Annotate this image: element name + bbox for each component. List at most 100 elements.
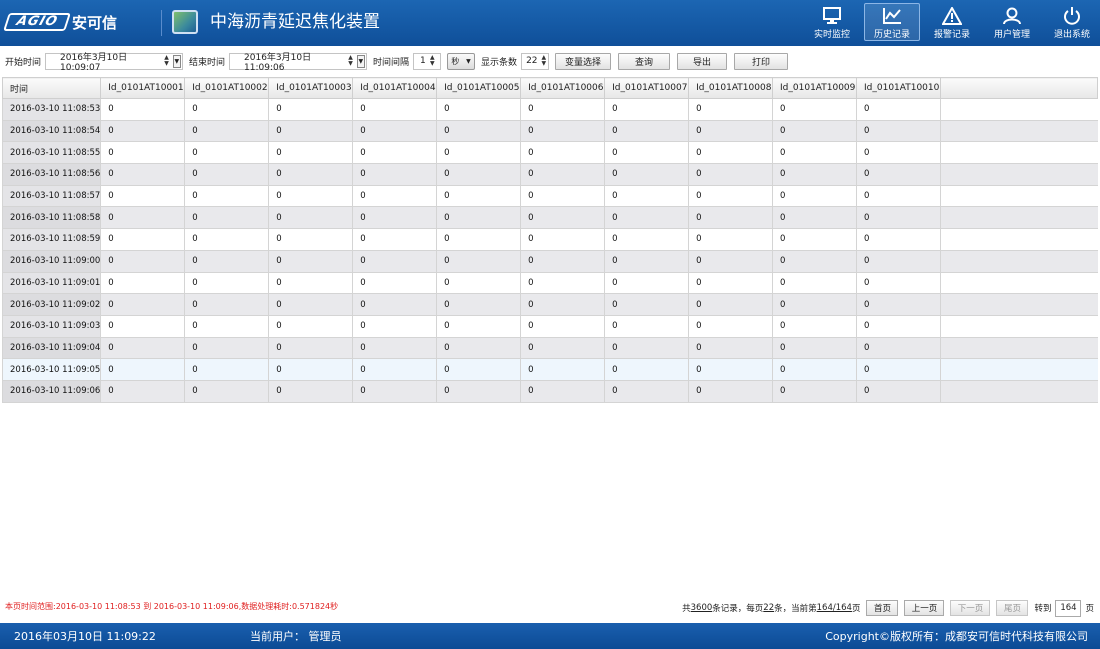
column-header[interactable]: Id_0101AT10010 [856, 77, 941, 99]
cell-value: 0 [520, 336, 606, 360]
cell-value: 0 [184, 141, 270, 165]
export-button[interactable]: 导出 [677, 52, 728, 70]
nav-label: 历史记录 [873, 30, 910, 40]
table-row[interactable]: 2016-03-10 11:08:56 0 0 0 0 0 0 0 0 0 0 [1, 163, 1098, 186]
start-time-picker[interactable]: 2016年3月10日 10:09:07 ▲ ▼ ▼ [45, 52, 184, 73]
table-row[interactable]: 2016-03-10 11:08:59 0 0 0 0 0 0 0 0 0 0 [1, 228, 1098, 251]
cell-value: 0 [520, 358, 606, 381]
calendar-dropdown-icon[interactable]: ▼ [356, 54, 366, 68]
interval-input[interactable]: 1 ▲ ▼ [413, 52, 442, 70]
table-row[interactable]: 2016-03-10 11:08:55 0 0 0 0 0 0 0 0 0 0 [1, 141, 1098, 165]
cell-value: 0 [184, 314, 270, 338]
cell-value: 0 [100, 206, 186, 230]
cell-value: 0 [436, 163, 522, 186]
table-row[interactable]: 2016-03-10 11:09:03 0 0 0 0 0 0 0 0 0 0 [1, 314, 1098, 338]
nav-label: 退出系统 [1053, 30, 1090, 40]
cell-value: 0 [856, 314, 941, 338]
column-header[interactable]: Id_0101AT10004 [352, 77, 438, 99]
table-body: 2016-03-10 11:08:53 0 0 0 0 0 0 0 0 0 0 2016-03-10 … [1, 98, 1098, 403]
interval-unit-select[interactable]: 秒 ▼ [447, 52, 476, 70]
cell-value: 0 [436, 271, 522, 295]
next-page-button[interactable]: 下一页 [950, 600, 991, 616]
column-header[interactable]: Id_0101AT10007 [604, 77, 690, 99]
cell-value: 0 [436, 98, 522, 121]
query-button[interactable]: 查询 [618, 52, 671, 70]
cell-value: 0 [772, 184, 857, 208]
cell-filler [939, 293, 1098, 316]
cell-value: 0 [604, 141, 690, 165]
cell-value: 0 [100, 314, 186, 338]
last-page-button[interactable]: 尾页 [996, 600, 1029, 616]
cell-value: 0 [604, 184, 690, 208]
spin-arrows-icon[interactable]: ▲ ▼ [428, 54, 437, 69]
cell-value: 0 [856, 163, 941, 186]
cell-value: 0 [184, 249, 270, 273]
print-button[interactable]: 打印 [734, 52, 789, 70]
spin-arrows-icon[interactable]: ▲ ▼ [540, 54, 549, 69]
cell-value: 0 [688, 271, 774, 295]
end-time-value: 2016年3月10日 11:09:06 [244, 52, 312, 73]
table-row[interactable]: 2016-03-10 11:09:04 0 0 0 0 0 0 0 0 0 0 [1, 336, 1098, 360]
cell-value: 0 [520, 228, 606, 251]
table-row[interactable]: 2016-03-10 11:08:54 0 0 0 0 0 0 0 0 0 0 [1, 119, 1098, 143]
cell-time: 2016-03-10 11:08:55 [1, 141, 102, 165]
cell-value: 0 [688, 119, 774, 143]
column-header[interactable]: Id_0101AT10008 [688, 77, 774, 99]
nav-exit-system[interactable]: 退出系统 [1044, 3, 1100, 41]
table-row[interactable]: 2016-03-10 11:09:01 0 0 0 0 0 0 0 0 0 0 [1, 271, 1098, 295]
table-row[interactable]: 2016-03-10 11:08:57 0 0 0 0 0 0 0 0 0 0 [1, 184, 1098, 208]
history-table-container: 时间 Id_0101AT10001 Id_0101AT10002 Id_0101… [1, 77, 1099, 403]
calendar-dropdown-icon[interactable]: ▼ [172, 54, 182, 68]
app-icon [172, 10, 198, 34]
column-header[interactable]: Id_0101AT10005 [436, 77, 522, 99]
history-table: 时间 Id_0101AT10001 Id_0101AT10002 Id_0101… [1, 77, 1099, 403]
nav-user-management[interactable]: 用户管理 [984, 3, 1040, 41]
cell-value: 0 [268, 336, 354, 360]
cell-value: 0 [604, 119, 690, 143]
prev-page-button[interactable]: 上一页 [904, 600, 945, 616]
cell-value: 0 [352, 358, 438, 381]
table-row[interactable]: 2016-03-10 11:08:53 0 0 0 0 0 0 0 0 0 0 [1, 98, 1098, 121]
spin-arrows-icon[interactable]: ▲ ▼ [162, 54, 170, 69]
cell-value: 0 [520, 141, 606, 165]
table-row[interactable]: 2016-03-10 11:09:00 0 0 0 0 0 0 0 0 0 0 [1, 249, 1098, 273]
cell-value: 0 [184, 271, 270, 295]
cell-time: 2016-03-10 11:08:54 [1, 119, 102, 143]
cell-value: 0 [772, 379, 857, 403]
cell-value: 0 [604, 293, 690, 316]
table-row[interactable]: 2016-03-10 11:09:02 0 0 0 0 0 0 0 0 0 0 [1, 293, 1098, 316]
cell-value: 0 [856, 98, 941, 121]
spin-arrows-icon[interactable]: ▲ ▼ [346, 54, 354, 69]
variable-select-button[interactable]: 变量选择 [555, 52, 612, 70]
cell-value: 0 [688, 98, 774, 121]
pager-per-page: 22 [763, 603, 775, 613]
first-page-button[interactable]: 首页 [866, 600, 899, 616]
nav-alarm-records[interactable]: 报警记录 [924, 3, 980, 41]
nav-realtime-monitor[interactable]: 实时监控 [804, 3, 860, 41]
cell-value: 0 [268, 293, 354, 316]
row-count-input[interactable]: 22 ▲ ▼ [521, 52, 550, 70]
column-header[interactable]: Id_0101AT10002 [184, 77, 270, 99]
goto-page-input[interactable]: 164 [1055, 599, 1082, 617]
cell-value: 0 [100, 119, 186, 143]
cell-value: 0 [352, 379, 438, 403]
column-header[interactable]: Id_0101AT10003 [268, 77, 354, 99]
cell-value: 0 [352, 119, 438, 143]
cell-time: 2016-03-10 11:09:03 [1, 314, 102, 338]
column-header-time[interactable]: 时间 [1, 77, 102, 99]
cell-value: 0 [268, 184, 354, 208]
nav-history-records[interactable]: 历史记录 [864, 3, 920, 41]
table-row[interactable]: 2016-03-10 11:09:05 0 0 0 0 0 0 0 0 0 0 [1, 358, 1098, 381]
end-time-picker[interactable]: 2016年3月10日 11:09:06 ▲ ▼ ▼ [229, 52, 368, 73]
table-row[interactable]: 2016-03-10 11:09:06 0 0 0 0 0 0 0 0 0 0 [1, 379, 1098, 403]
column-header[interactable]: Id_0101AT10006 [520, 77, 606, 99]
cell-value: 0 [352, 336, 438, 360]
cell-value: 0 [856, 271, 941, 295]
cell-value: 0 [100, 379, 186, 403]
table-row[interactable]: 2016-03-10 11:08:58 0 0 0 0 0 0 0 0 0 0 [1, 206, 1098, 230]
cell-value: 0 [520, 249, 606, 273]
start-time-label: 开始时间 [5, 57, 42, 68]
column-header[interactable]: Id_0101AT10009 [772, 77, 857, 99]
cell-value: 0 [520, 206, 606, 230]
column-header[interactable]: Id_0101AT10001 [100, 77, 186, 99]
